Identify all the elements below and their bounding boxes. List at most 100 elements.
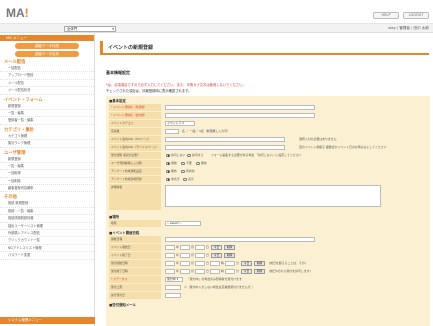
description-textarea[interactable] [165,185,381,207]
row-url-pc: イベント案内URL（PCページ） 選択入力の必要はありません [109,136,427,143]
user-bar: 全体門 ▾ stay / 管理者 / 田中 太郎 [0,24,433,33]
approval-note: フォーム編集する必要がある場合 「許可しない」に設定してください [211,153,302,157]
sidebar-section-user: ユーザ管理 [4,150,26,156]
row-capacity: 定員数 名 ／ 一般／ 0名（制限無し入力可） [109,128,427,135]
month-input[interactable] [180,260,190,266]
month-input[interactable] [180,252,190,258]
row-survey-notify: アンケート作成通知設定 無効 有効化 [109,168,195,175]
radio-m1-off[interactable] [166,169,170,173]
label: アンケート作成通知設定 [109,168,161,175]
clear-button[interactable]: 削除 [254,268,265,274]
hour-input[interactable] [210,260,220,266]
capacity-note: 名 ／ 一般／ 0名（制限無し入力可） [182,129,230,133]
row-end-date: イベント終了日 年 月 日 今日 削除 [109,252,427,259]
label: イベント案内URL（PCページ） [109,136,161,143]
month-input[interactable] [180,244,190,250]
sidebar-item[interactable]: NGアドレスリスト管理 [0,245,94,253]
month-input[interactable] [180,268,190,274]
url-pc-input[interactable] [165,136,285,142]
sidebar-item[interactable]: 抽出ユーザーリスト管理 [0,223,94,231]
place-select[interactable]: -- select -- [165,220,201,226]
sidebar-item[interactable]: メール配信 [0,80,94,88]
sidebar-item[interactable]: メール配信状況 [0,87,94,95]
today-button[interactable]: 今日 [211,252,222,258]
clear-button[interactable]: 削除 [224,252,235,258]
event-name-internal-input[interactable] [165,112,315,118]
top-header: MA! HELP LOGOUT [0,0,433,24]
day-input[interactable] [195,260,205,266]
label: 開催日程 [109,236,161,243]
limit-input[interactable] [165,284,181,290]
reserve-input[interactable] [165,292,181,298]
radio-m2-hide[interactable] [166,177,170,181]
sidebar-item[interactable]: 顧客登録内容解析 [0,185,94,193]
today-button[interactable]: 今日 [211,244,222,250]
day-input[interactable] [195,268,205,274]
app-logo[interactable]: MA! [6,6,29,20]
radio-disabled[interactable] [196,161,200,165]
label: 先行受付日 [109,292,161,299]
sidebar-section-mail: メール配信 [4,60,26,65]
label: イベント開始日 [109,244,161,251]
sidebar: MA メニュー 顧客データ作成 顧客データ出荷 メール配信 一括配信 アップロー… [0,33,95,326]
radio-m2-show[interactable] [183,177,187,181]
sidebar-item[interactable]: 一覧・編集 [0,110,94,118]
category-select[interactable]: イベント１ ▾ [165,120,195,126]
capacity-input[interactable] [165,128,179,134]
year-input[interactable] [165,268,175,274]
year-input[interactable] [165,244,175,250]
row-approval: 受付通知 承認が必要？ 許可しない 許可する フォーム編集する必要がある場合 「… [109,152,302,159]
event-name-input[interactable] [165,104,315,110]
year-input[interactable] [165,260,175,266]
minute-input[interactable] [225,268,235,274]
radio-allow[interactable] [187,153,191,157]
sidebar-item[interactable]: 登録者一覧・編集 [0,117,94,125]
url-mobile-input[interactable] [165,144,285,150]
sidebar-item[interactable]: 既読・一覧・編集 [0,208,94,216]
status-select[interactable]: 受付中 ▾ [165,276,183,282]
minute-input[interactable] [225,260,235,266]
label: * イベント登録名（社内用） [109,112,161,119]
today-button[interactable]: 今日 [241,268,252,274]
sidebar-item[interactable]: 新規登録 [0,156,94,163]
sidebar-item-system-admin[interactable]: システム管理メニュー [0,317,95,324]
sidebar-item[interactable]: 一括取得 [0,170,94,178]
radio-m1-on[interactable] [181,169,185,173]
row-event-name: * イベント登録名（外部用） [109,104,427,111]
sidebar-item[interactable]: 既読 新規登録 [0,200,94,208]
sidebar-item[interactable]: 一括削除 [0,178,94,186]
sidebar-item[interactable]: クリックカウント一覧 [0,237,94,245]
sidebar-item[interactable]: アップロード配信 [0,72,94,80]
logout-button[interactable]: LOGOUT [403,12,429,19]
day-input[interactable] [195,244,205,250]
radio-normal[interactable] [166,161,170,165]
sidebar-item[interactable]: 集計ランク管理 [0,140,94,148]
radio-deny[interactable] [166,153,170,157]
group-schedule: ■イベント開催日程 [109,231,140,235]
today-button[interactable]: 今日 [241,260,252,266]
label: ユーザ登録解除し入力時 [109,160,161,167]
required-note: *は、必須項目ですので必ず入力してください。また、半角カナ文字は使用しないでくだ… [106,83,246,87]
sidebar-item[interactable]: 一覧・編集 [0,163,94,171]
department-select[interactable]: 全体門 ▾ [64,25,116,32]
hour-input[interactable] [210,268,220,274]
sidebar-menu-head: MA メニュー [0,35,94,41]
year-input[interactable] [165,252,175,258]
sidebar-item[interactable]: カテゴリ管理 [0,133,94,141]
radio-none[interactable] [181,161,185,165]
sidebar-item[interactable]: 既読詳細既読情報 [0,215,94,223]
sidebar-item[interactable]: 一括配信 [0,65,94,73]
sidebar-item[interactable]: パスワード変更 [0,252,94,260]
help-button[interactable]: HELP [373,12,399,19]
clear-button[interactable]: 削除 [254,260,265,266]
row-reception-end: 受付終了日時 年 月 日 時 分 今日 削除 (前日5のから受付を許可します) [109,268,311,275]
chevron-down-icon: ▾ [112,26,114,31]
url-mobile-note: 自分イベント用紙子 複数ほかイベント日のお申込みとしてください [299,145,387,149]
clear-button[interactable]: 削除 [224,244,235,250]
schedule-input[interactable] [165,236,315,242]
day-input[interactable] [195,252,205,258]
sidebar-button-create[interactable]: 顧客データ作成 [15,43,79,49]
label: 定員数 [109,128,161,135]
sidebar-item[interactable]: 外部購入アドレス配信 [0,230,94,238]
sidebar-item[interactable]: 新規登録 [0,103,94,110]
